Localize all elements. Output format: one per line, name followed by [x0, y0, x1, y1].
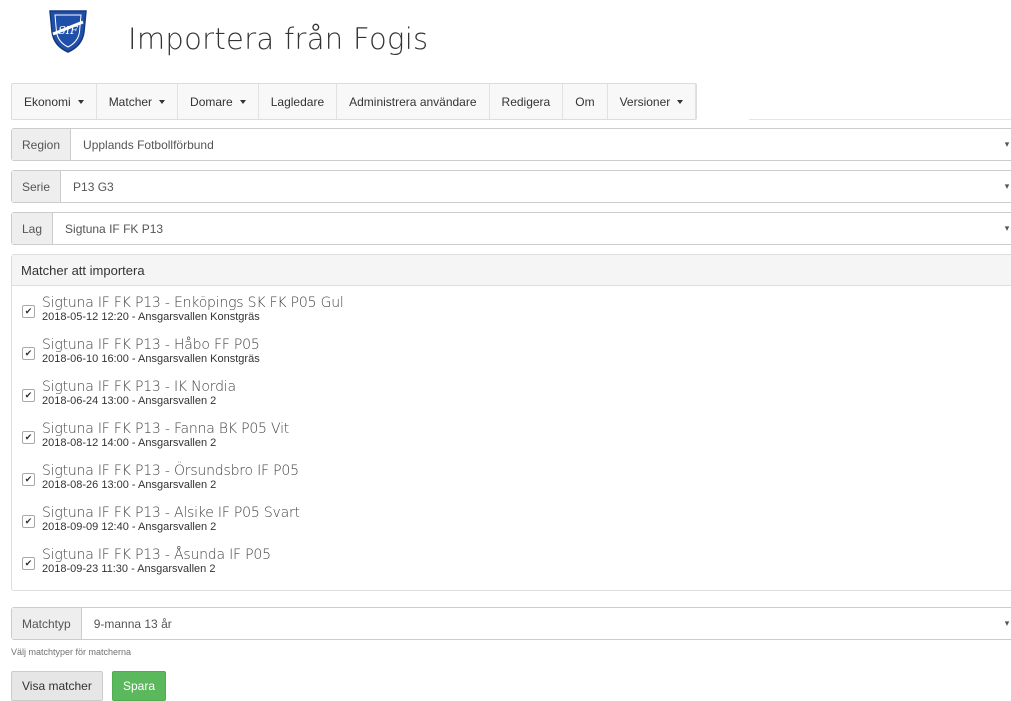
list-item: ✔ Sigtuna IF FK P13 - Håbo FF P05 2018-0… — [12, 337, 1011, 379]
serie-select[interactable]: P13 G3 — [61, 171, 999, 202]
nav-item-label: Om — [575, 94, 595, 109]
club-logo-icon: SIF — [46, 8, 90, 54]
match-title: Sigtuna IF FK P13 - Fanna BK P05 Vit — [42, 421, 290, 437]
matches-panel: Matcher att importera ✔ Sigtuna IF FK P1… — [11, 254, 1011, 591]
list-item: ✔ Sigtuna IF FK P13 - Åsunda IF P05 2018… — [12, 547, 1011, 589]
matchtyp-select[interactable]: 9-manna 13 år — [82, 608, 999, 639]
check-icon: ✔ — [24, 306, 33, 316]
check-icon: ✔ — [24, 348, 33, 358]
region-select[interactable]: Upplands Fotbollförbund — [71, 129, 999, 160]
chevron-down-icon[interactable]: ▾ — [999, 171, 1011, 202]
match-list: ✔ Sigtuna IF FK P13 - Enköpings SK FK P0… — [12, 286, 1011, 589]
caret-down-icon — [159, 100, 166, 104]
region-select-group: Region Upplands Fotbollförbund ▾ — [11, 128, 1011, 161]
lag-select-group: Lag Sigtuna IF FK P13 ▾ — [11, 212, 1011, 245]
matchtyp-label: Matchtyp — [12, 608, 82, 639]
page-title: Importera från Fogis — [128, 22, 429, 56]
check-icon: ✔ — [24, 558, 33, 568]
matchtyp-select-group: Matchtyp 9-manna 13 år ▾ — [11, 607, 1011, 640]
match-title: Sigtuna IF FK P13 - Håbo FF P05 — [42, 337, 260, 353]
match-checkbox[interactable]: ✔ — [22, 515, 35, 528]
list-item: ✔ Sigtuna IF FK P13 - Fanna BK P05 Vit 2… — [12, 421, 1011, 463]
check-icon: ✔ — [24, 474, 33, 484]
match-title: Sigtuna IF FK P13 - Alsike IF P05 Svart — [42, 505, 300, 521]
matchtyp-help-text: Välj matchtyper för matcherna — [11, 647, 132, 657]
match-title: Sigtuna IF FK P13 - Åsunda IF P05 — [42, 547, 271, 563]
match-details: 2018-08-12 14:00 - Ansgarsvallen 2 — [42, 437, 217, 449]
list-item: ✔ Sigtuna IF FK P13 - Alsike IF P05 Svar… — [12, 505, 1011, 547]
nav-item-domare[interactable]: Domare — [178, 84, 259, 119]
match-title: Sigtuna IF FK P13 - Enköpings SK FK P05 … — [42, 295, 344, 311]
match-details: 2018-09-09 12:40 - Ansgarsvallen 2 — [42, 521, 217, 533]
match-checkbox[interactable]: ✔ — [22, 431, 35, 444]
serie-label: Serie — [12, 171, 62, 202]
serie-select-group: Serie P13 G3 ▾ — [11, 170, 1011, 203]
nav-item-versioner[interactable]: Versioner — [608, 84, 697, 119]
match-checkbox[interactable]: ✔ — [22, 347, 35, 360]
match-title: Sigtuna IF FK P13 - Örsundsbro IF P05 — [42, 463, 299, 479]
match-checkbox[interactable]: ✔ — [22, 389, 35, 402]
nav-item-redigera[interactable]: Redigera — [490, 84, 564, 119]
match-title: Sigtuna IF FK P13 - IK Nordia — [42, 379, 236, 395]
show-matches-button[interactable]: Visa matcher — [11, 671, 103, 701]
caret-down-icon — [677, 100, 684, 104]
nav-item-label: Domare — [190, 94, 233, 109]
region-label: Region — [12, 129, 72, 160]
match-details: 2018-06-10 16:00 - Ansgarsvallen Konstgr… — [42, 353, 260, 365]
nav-item-label: Matcher — [108, 94, 153, 109]
nav-item-label: Administrera användare — [349, 94, 477, 109]
check-icon: ✔ — [24, 516, 33, 526]
match-checkbox[interactable]: ✔ — [22, 473, 35, 486]
nav-item-label: Lagledare — [270, 94, 325, 109]
main-navbar: Ekonomi Matcher Domare Lagledare Adminis… — [11, 83, 698, 120]
save-button[interactable]: Spara — [112, 671, 167, 701]
lag-label: Lag — [12, 213, 54, 244]
nav-item-label: Redigera — [501, 94, 551, 109]
list-item: ✔ Sigtuna IF FK P13 - Örsundsbro IF P05 … — [12, 463, 1011, 505]
caret-down-icon — [239, 100, 246, 104]
match-details: 2018-05-12 12:20 - Ansgarsvallen Konstgr… — [42, 311, 260, 323]
chevron-down-icon[interactable]: ▾ — [999, 129, 1011, 160]
chevron-down-icon[interactable]: ▾ — [999, 608, 1011, 639]
match-details: 2018-06-24 13:00 - Ansgarsvallen 2 — [42, 395, 217, 407]
nav-item-label: Versioner — [619, 94, 671, 109]
lag-select[interactable]: Sigtuna IF FK P13 — [53, 213, 999, 244]
match-checkbox[interactable]: ✔ — [22, 305, 35, 318]
svg-text:SIF: SIF — [58, 24, 78, 37]
matches-panel-heading: Matcher att importera — [12, 255, 1011, 286]
list-item: ✔ Sigtuna IF FK P13 - Enköpings SK FK P0… — [12, 295, 1011, 337]
match-checkbox[interactable]: ✔ — [22, 557, 35, 570]
nav-item-lagledare[interactable]: Lagledare — [259, 84, 338, 119]
nav-item-ekonomi[interactable]: Ekonomi — [12, 84, 97, 119]
nav-item-label: Ekonomi — [24, 94, 71, 109]
nav-item-om[interactable]: Om — [563, 84, 608, 119]
nav-item-administrera-anvandare[interactable]: Administrera användare — [337, 84, 490, 119]
caret-down-icon — [77, 100, 84, 104]
match-details: 2018-08-26 13:00 - Ansgarsvallen 2 — [42, 479, 217, 491]
check-icon: ✔ — [24, 390, 33, 400]
nav-item-matcher[interactable]: Matcher — [97, 84, 179, 119]
check-icon: ✔ — [24, 432, 33, 442]
chevron-down-icon[interactable]: ▾ — [999, 213, 1011, 244]
navbar-divider — [749, 119, 1011, 120]
list-item: ✔ Sigtuna IF FK P13 - IK Nordia 2018-06-… — [12, 379, 1011, 421]
match-details: 2018-09-23 11:30 - Ansgarsvallen 2 — [42, 563, 216, 575]
